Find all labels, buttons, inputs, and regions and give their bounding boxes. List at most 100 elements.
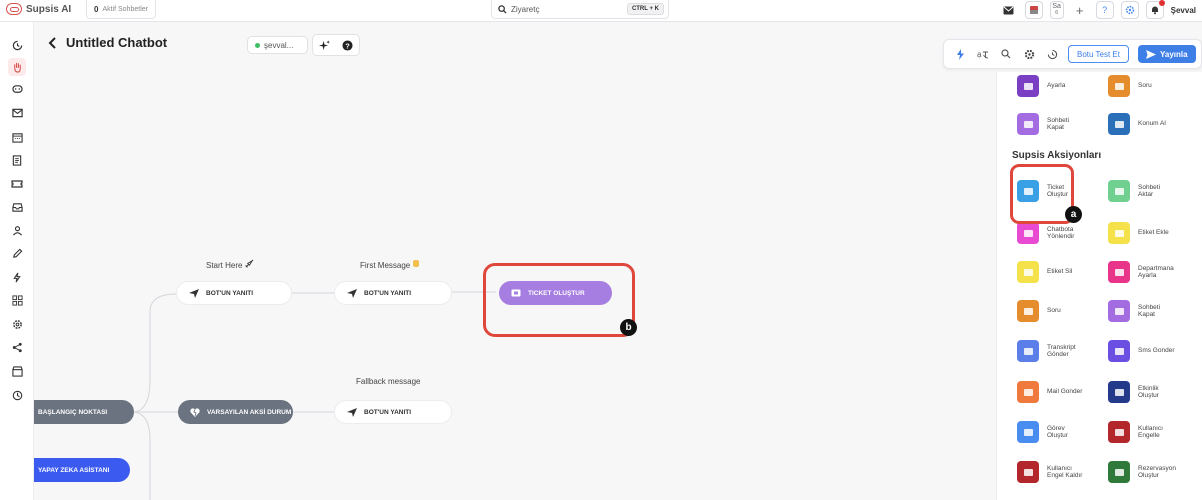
send-icon — [189, 288, 199, 298]
action-glyph-icon — [1114, 82, 1124, 90]
start-point-node[interactable]: BAŞLANGIÇ NOKTASI — [34, 400, 134, 424]
action-label: Kullanıcı Engelle — [1138, 424, 1163, 439]
action-glyph-icon — [1023, 388, 1033, 396]
action-item[interactable]: Transkript Gönder — [1017, 340, 1076, 362]
action-label: Sohbeti Kapat — [1138, 303, 1161, 318]
action-item[interactable]: Kullanıcı Engel Kaldır — [1017, 461, 1082, 483]
default-fallback-node[interactable]: VARSAYILAN AKSİ DURUM — [178, 400, 293, 424]
search-icon[interactable] — [999, 47, 1013, 61]
action-label: Etiket Ekle — [1138, 229, 1169, 237]
section-title: Supsis Aksiyonları — [1012, 150, 1102, 161]
action-icon — [1108, 300, 1130, 322]
node-label: BOT'UN YANITI — [364, 408, 412, 416]
action-item[interactable]: Kullanıcı Engelle — [1108, 421, 1163, 443]
first-message-label: First Message — [360, 259, 420, 270]
action-label: Kullanıcı Engel Kaldır — [1047, 464, 1083, 479]
action-label: Sohbeti Aktar — [1138, 183, 1161, 198]
action-icon — [1017, 381, 1039, 403]
action-item[interactable]: Soru — [1017, 300, 1061, 322]
action-item[interactable]: Departmana Ayarla — [1108, 261, 1174, 283]
action-glyph-icon — [1023, 229, 1033, 237]
action-glyph-icon — [1023, 428, 1033, 436]
mail-icon[interactable] — [999, 1, 1018, 19]
action-label: Soru — [1047, 307, 1061, 315]
hand-emoji-icon — [413, 260, 420, 267]
top-actions: Sa 6 + ? Şevval — [999, 0, 1196, 19]
ai-assistant-node[interactable]: YAPAY ZEKA ASİSTANI — [34, 458, 130, 482]
publish-button[interactable]: Yayınla — [1138, 45, 1196, 63]
action-item[interactable]: Sohbeti Kapat — [1017, 113, 1069, 135]
notification-icon[interactable] — [1145, 0, 1165, 19]
node-label: BOT'UN YANITI — [206, 289, 254, 297]
help-icon[interactable]: ? — [1095, 1, 1114, 19]
action-glyph-icon — [1023, 120, 1033, 128]
action-item[interactable]: Etiket Ekle — [1108, 222, 1169, 244]
action-icon — [1017, 461, 1039, 483]
broken-heart-icon — [190, 407, 200, 417]
action-glyph-icon — [1023, 307, 1033, 315]
gear-icon[interactable] — [1022, 47, 1036, 61]
action-icon — [1017, 113, 1039, 135]
action-icon — [1108, 180, 1130, 202]
start-here-label: Start Here — [206, 259, 254, 270]
action-label: Departmana Ayarla — [1138, 264, 1174, 279]
node-label: BOT'UN YANITI — [364, 289, 412, 297]
flow-connectors — [133, 291, 496, 500]
action-glyph-icon — [1114, 307, 1124, 315]
action-label: Mail Gonder — [1047, 388, 1083, 396]
action-item[interactable]: Ayarla — [1017, 75, 1065, 97]
action-item[interactable]: Mail Gonder — [1017, 381, 1082, 403]
language-code: Sa — [1052, 3, 1061, 10]
action-item[interactable]: Sms Gonder — [1108, 340, 1175, 362]
node-label: BAŞLANGIÇ NOKTASI — [38, 408, 108, 416]
bot-reply-node-fallback[interactable]: BOT'UN YANITI — [334, 400, 452, 424]
action-icon — [1108, 75, 1130, 97]
plus-icon[interactable]: + — [1070, 1, 1089, 19]
action-label: Görev Oluştur — [1047, 424, 1068, 439]
node-label: YAPAY ZEKA ASİSTANI — [38, 466, 110, 474]
action-item[interactable]: Rezervasyon Oluştur — [1108, 461, 1176, 483]
test-bot-button[interactable]: Botu Test Et — [1068, 45, 1129, 63]
action-glyph-icon — [1114, 428, 1124, 436]
action-label: Ayarla — [1047, 82, 1066, 90]
action-glyph-icon — [1023, 468, 1033, 476]
action-icon — [1108, 113, 1130, 135]
bot-reply-node-first[interactable]: BOT'UN YANITI — [334, 281, 452, 305]
flag-icon[interactable] — [1024, 1, 1043, 19]
action-item[interactable]: Etiket Sil — [1017, 261, 1072, 283]
action-icon — [1108, 261, 1130, 283]
bot-reply-node-start[interactable]: BOT'UN YANITI — [176, 281, 292, 305]
history-icon[interactable] — [1045, 47, 1059, 61]
user-name[interactable]: Şevval — [1171, 6, 1196, 15]
action-item[interactable]: Sohbeti Kapat — [1108, 300, 1160, 322]
action-label: Sohbeti Kapat — [1047, 116, 1070, 131]
action-item[interactable]: Görev Oluştur — [1017, 421, 1068, 443]
marker-a: a — [1065, 206, 1082, 223]
highlight-b — [483, 263, 635, 337]
action-item[interactable]: Konum Al — [1108, 113, 1166, 135]
action-icon — [1017, 340, 1039, 362]
action-item[interactable]: Soru — [1108, 75, 1152, 97]
action-icon — [1108, 461, 1130, 483]
action-label: Konum Al — [1138, 120, 1166, 128]
action-icon — [1108, 340, 1130, 362]
action-icon — [1017, 261, 1039, 283]
send-icon — [347, 288, 357, 298]
rocket-icon — [245, 259, 254, 268]
action-item[interactable]: Sohbeti Aktar — [1108, 180, 1160, 202]
action-item[interactable]: Chatbota Yönlendir — [1017, 222, 1074, 244]
action-icon — [1017, 421, 1039, 443]
action-label: Chatbota Yönlendir — [1047, 225, 1075, 240]
action-icon — [1108, 421, 1130, 443]
language-switch[interactable]: Sa 6 — [1049, 1, 1064, 19]
action-glyph-icon — [1114, 468, 1124, 476]
action-label: Transkript Gönder — [1047, 343, 1076, 358]
action-glyph-icon — [1114, 229, 1124, 237]
action-glyph-icon — [1023, 268, 1033, 276]
action-glyph-icon — [1114, 268, 1124, 276]
action-item[interactable]: Etkinlik Oluştur — [1108, 381, 1159, 403]
action-icon — [1017, 222, 1039, 244]
action-icon — [1108, 381, 1130, 403]
action-glyph-icon — [1114, 347, 1124, 355]
settings-icon[interactable] — [1120, 1, 1139, 19]
